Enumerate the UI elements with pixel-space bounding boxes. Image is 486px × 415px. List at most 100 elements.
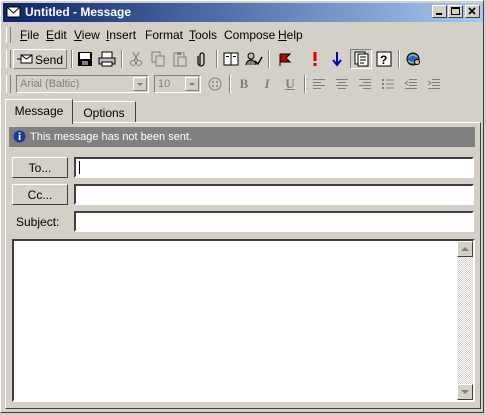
color-palette-icon <box>208 77 222 91</box>
send-button[interactable]: Send <box>13 49 67 69</box>
separator <box>304 75 306 93</box>
text-caret <box>79 161 80 174</box>
align-center-icon <box>336 79 348 89</box>
menu-help[interactable]: Help <box>278 28 303 42</box>
svg-text:?: ? <box>380 53 387 67</box>
globe-people-icon <box>406 52 420 66</box>
dropdown-arrow-icon <box>133 77 147 91</box>
minimize-icon <box>436 13 442 15</box>
address-book-button[interactable] <box>220 49 242 69</box>
scroll-up-button[interactable] <box>457 241 473 257</box>
align-right-button[interactable] <box>354 74 376 94</box>
check-names-button[interactable] <box>243 49 265 69</box>
scissors-icon <box>130 51 142 66</box>
print-button[interactable] <box>96 49 118 69</box>
decrease-indent-button[interactable] <box>400 74 422 94</box>
info-bar: This message has not been sent. <box>9 127 475 147</box>
maximize-button[interactable] <box>448 5 463 18</box>
save-button[interactable] <box>74 49 96 69</box>
message-body[interactable] <box>12 239 475 402</box>
scroll-down-button[interactable] <box>457 384 473 400</box>
low-importance-button[interactable] <box>326 49 348 69</box>
bold-button[interactable]: B <box>233 74 255 94</box>
underline-icon: U <box>285 76 295 91</box>
tab-options[interactable]: Options <box>72 101 136 123</box>
vertical-scrollbar[interactable] <box>457 241 473 400</box>
tab-message[interactable]: Message <box>5 99 73 124</box>
menu-file[interactable]: File <box>20 28 39 42</box>
clipboard-icon <box>173 52 187 67</box>
toolbar-grip[interactable] <box>6 75 11 93</box>
address-book-icon <box>223 52 239 66</box>
message-window: Untitled - Message File Edit View Insert… <box>0 0 484 413</box>
subject-label: Subject: <box>16 215 60 229</box>
minimize-button[interactable] <box>432 5 447 18</box>
close-icon <box>468 7 476 15</box>
align-right-icon <box>359 79 371 89</box>
decrease-indent-icon <box>404 79 417 89</box>
to-field[interactable] <box>74 157 474 178</box>
separator <box>71 50 73 68</box>
underline-button[interactable]: U <box>279 74 301 94</box>
flag-icon <box>279 53 292 66</box>
menu-view[interactable]: View <box>74 28 100 42</box>
options-button[interactable] <box>350 49 372 69</box>
copy-icon <box>151 51 165 67</box>
close-button[interactable] <box>465 5 480 18</box>
align-center-button[interactable] <box>331 74 353 94</box>
send-icon <box>17 54 33 64</box>
title-bar[interactable]: Untitled - Message <box>3 3 483 22</box>
maximize-icon <box>451 7 460 15</box>
printer-icon <box>98 51 116 67</box>
up-arrow-icon <box>461 247 469 251</box>
separator <box>398 50 400 68</box>
options-icon <box>354 51 369 67</box>
to-button[interactable]: To... <box>12 157 68 178</box>
paste-button[interactable] <box>169 49 191 69</box>
menu-compose[interactable]: Compose <box>224 28 275 42</box>
increase-indent-icon <box>427 79 440 89</box>
align-left-button[interactable] <box>308 74 330 94</box>
menu-edit[interactable]: Edit <box>46 28 67 42</box>
help-button[interactable]: ? <box>373 49 395 69</box>
menu-bar: File Edit View Insert Format Tools Compo… <box>3 25 483 45</box>
envelope-icon <box>6 6 21 18</box>
down-arrow-icon <box>461 390 469 394</box>
floppy-icon <box>78 52 92 66</box>
check-names-icon <box>245 52 263 66</box>
paperclip-icon <box>197 52 205 67</box>
menu-insert[interactable]: Insert <box>106 28 136 42</box>
cc-field[interactable] <box>74 184 474 205</box>
high-importance-button[interactable] <box>304 49 326 69</box>
separator <box>268 50 270 68</box>
menu-format[interactable]: Format <box>145 28 183 42</box>
publish-button[interactable] <box>402 49 424 69</box>
italic-button[interactable]: I <box>256 74 278 94</box>
down-arrow-icon <box>332 52 342 67</box>
attach-button[interactable] <box>191 49 213 69</box>
align-left-icon <box>313 79 325 89</box>
window-title: Untitled - Message <box>25 5 132 19</box>
separator <box>121 50 123 68</box>
cc-button[interactable]: Cc... <box>12 184 68 205</box>
bold-icon: B <box>239 76 249 91</box>
formatting-toolbar: Arial (Baltic) 10 B I U <box>3 72 483 96</box>
font-size-combo[interactable]: 10 <box>154 75 201 93</box>
bullets-button[interactable] <box>377 74 399 94</box>
font-name-combo[interactable]: Arial (Baltic) <box>16 75 149 93</box>
standard-toolbar: Send ? <box>3 47 483 71</box>
italic-icon: I <box>264 76 270 91</box>
menu-tools[interactable]: Tools <box>189 28 217 42</box>
subject-field[interactable] <box>74 211 474 232</box>
copy-button[interactable] <box>147 49 169 69</box>
help-icon: ? <box>376 51 392 67</box>
toolbar-grip[interactable] <box>6 50 11 68</box>
menu-grip[interactable] <box>6 27 11 43</box>
increase-indent-button[interactable] <box>423 74 445 94</box>
follow-up-button[interactable] <box>274 49 296 69</box>
dropdown-arrow-icon <box>185 77 199 91</box>
bullet-list-icon <box>382 79 394 89</box>
font-color-button[interactable] <box>204 74 226 94</box>
cut-button[interactable] <box>125 49 147 69</box>
separator <box>216 50 218 68</box>
